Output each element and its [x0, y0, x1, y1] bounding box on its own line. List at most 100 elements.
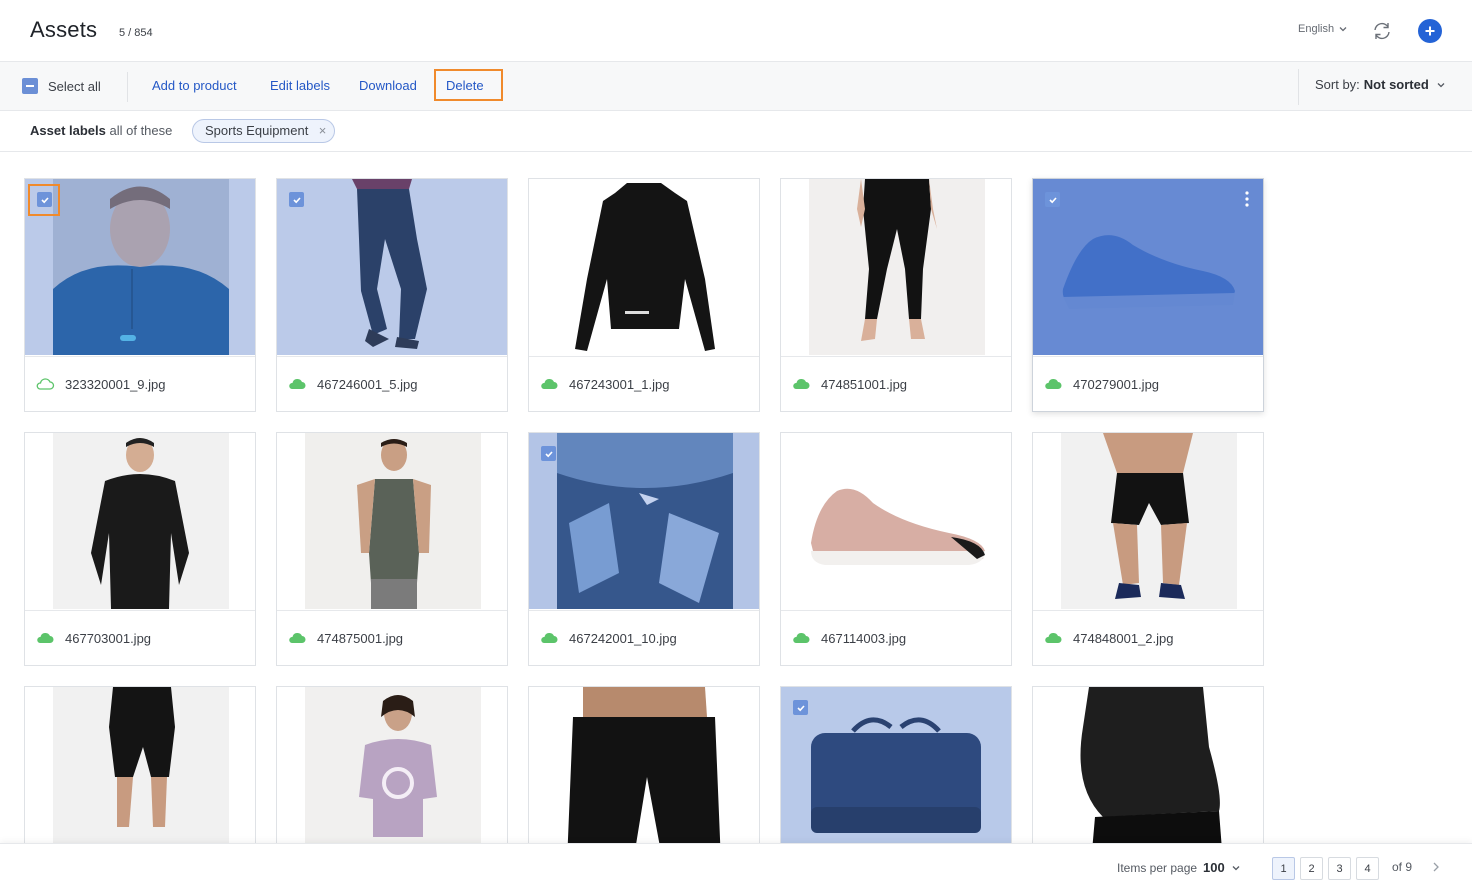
- asset-filename: 474848001_2.jpg: [1073, 630, 1174, 646]
- asset-filename: 467246001_5.jpg: [317, 376, 418, 392]
- asset-image: [25, 433, 255, 609]
- asset-card[interactable]: 467703001.jpg: [24, 432, 256, 666]
- chevron-down-icon: [1339, 27, 1347, 32]
- asset-image: [1033, 687, 1263, 863]
- asset-thumbnail[interactable]: [1033, 179, 1263, 355]
- asset-card[interactable]: 474875001.jpg: [276, 432, 508, 666]
- asset-thumbnail[interactable]: [781, 179, 1011, 355]
- asset-filename: 474851001.jpg: [821, 376, 908, 392]
- asset-checkbox[interactable]: [289, 192, 304, 207]
- asset-card[interactable]: 467242001_10.jpg: [528, 432, 760, 666]
- asset-footer: 474875001.jpg: [277, 610, 507, 665]
- items-per-page-label: Items per page: [1117, 860, 1198, 875]
- filter-label-rest: all of these: [109, 123, 173, 138]
- asset-card[interactable]: 474848001_2.jpg: [1032, 432, 1264, 666]
- page-button-2[interactable]: 2: [1300, 857, 1323, 880]
- sort-divider: [1298, 69, 1299, 105]
- select-all-label: Select all: [48, 78, 101, 94]
- checkmark-icon: [1048, 196, 1057, 203]
- add-to-product-button[interactable]: Add to product: [152, 78, 237, 93]
- add-asset-button[interactable]: [1418, 19, 1442, 43]
- page-button-3[interactable]: 3: [1328, 857, 1351, 880]
- more-options-icon[interactable]: [1245, 190, 1249, 208]
- page-header: Assets 5 / 854 English: [0, 0, 1472, 62]
- asset-filename: 467242001_10.jpg: [569, 630, 677, 646]
- toolbar-divider: [127, 72, 128, 102]
- asset-filename: 470279001.jpg: [1073, 376, 1160, 392]
- page-button-1[interactable]: 1: [1272, 857, 1295, 880]
- asset-thumbnail[interactable]: [25, 687, 255, 863]
- sync-icon[interactable]: [1371, 20, 1393, 42]
- asset-thumbnail[interactable]: [781, 433, 1011, 609]
- asset-image: [529, 433, 759, 609]
- language-selector[interactable]: English: [1298, 23, 1348, 35]
- asset-thumbnail[interactable]: [277, 179, 507, 355]
- asset-footer: 467114003.jpg: [781, 610, 1011, 665]
- items-per-page-selector[interactable]: Items per page 100: [1117, 860, 1241, 875]
- sort-value: Not sorted: [1363, 77, 1429, 92]
- edit-labels-button[interactable]: Edit labels: [270, 78, 330, 93]
- cloud-filled-icon: [37, 632, 54, 643]
- asset-image: [1033, 433, 1263, 609]
- asset-card[interactable]: 467114003.jpg: [780, 432, 1012, 666]
- asset-filename: 474875001.jpg: [317, 630, 404, 646]
- asset-image: [277, 179, 507, 355]
- download-button[interactable]: Download: [359, 78, 417, 93]
- items-per-page-value: 100: [1203, 860, 1225, 875]
- asset-thumbnail[interactable]: [781, 687, 1011, 863]
- delete-button[interactable]: Delete: [446, 78, 484, 93]
- asset-card[interactable]: 474851001.jpg: [780, 178, 1012, 412]
- label-filter-chip[interactable]: Sports Equipment ×: [192, 119, 336, 143]
- filter-label-strong: Asset labels: [30, 123, 106, 138]
- asset-filename: 467114003.jpg: [821, 630, 907, 646]
- cloud-filled-icon: [793, 632, 810, 643]
- asset-image: [781, 687, 1011, 863]
- sort-selector[interactable]: Sort by: Not sorted: [1315, 77, 1446, 92]
- chevron-right-icon[interactable]: [1430, 861, 1442, 873]
- asset-card[interactable]: 467243001_1.jpg: [528, 178, 760, 412]
- page-button-4[interactable]: 4: [1356, 857, 1379, 880]
- asset-filename: 323320001_9.jpg: [65, 376, 166, 392]
- asset-footer: 467242001_10.jpg: [529, 610, 759, 665]
- cloud-filled-icon: [289, 632, 306, 643]
- asset-filename: 467243001_1.jpg: [569, 376, 670, 392]
- checkmark-icon: [292, 196, 301, 203]
- asset-card[interactable]: 467246001_5.jpg: [276, 178, 508, 412]
- asset-image: [1033, 179, 1263, 355]
- asset-footer: 467243001_1.jpg: [529, 356, 759, 411]
- asset-thumbnail[interactable]: [277, 687, 507, 863]
- asset-image: [529, 687, 759, 863]
- asset-checkbox[interactable]: [541, 446, 556, 461]
- sort-prefix: Sort by:: [1315, 77, 1360, 92]
- asset-filename: 467703001.jpg: [65, 630, 152, 646]
- asset-thumbnail[interactable]: [277, 433, 507, 609]
- plus-icon: [1425, 26, 1435, 36]
- close-icon[interactable]: ×: [319, 120, 327, 142]
- asset-thumbnail[interactable]: [1033, 433, 1263, 609]
- language-label: English: [1298, 23, 1335, 35]
- asset-footer: 470279001.jpg: [1033, 356, 1263, 411]
- pagination-bar: Items per page 100 1 2 3 4 of 9: [0, 843, 1472, 890]
- asset-checkbox[interactable]: [1045, 192, 1060, 207]
- total-pages: of 9: [1392, 860, 1413, 874]
- asset-image: [277, 433, 507, 609]
- asset-thumbnail[interactable]: [529, 433, 759, 609]
- cloud-outline-icon: [36, 378, 55, 390]
- asset-card[interactable]: 323320001_9.jpg: [24, 178, 256, 412]
- cloud-filled-icon: [1045, 632, 1062, 643]
- selection-count: 5 / 854: [119, 27, 153, 39]
- bulk-action-toolbar: Select all Add to product Edit labels Do…: [0, 62, 1472, 111]
- asset-footer: 467246001_5.jpg: [277, 356, 507, 411]
- asset-thumbnail[interactable]: [529, 179, 759, 355]
- asset-footer: 474851001.jpg: [781, 356, 1011, 411]
- select-all-checkbox[interactable]: Select all: [22, 78, 101, 94]
- asset-thumbnail[interactable]: [529, 687, 759, 863]
- asset-image: [529, 179, 759, 355]
- cloud-filled-icon: [1045, 378, 1062, 389]
- asset-thumbnail[interactable]: [1033, 687, 1263, 863]
- cloud-filled-icon: [541, 632, 558, 643]
- asset-card[interactable]: 470279001.jpg: [1032, 178, 1264, 412]
- asset-checkbox[interactable]: [793, 700, 808, 715]
- asset-footer: 323320001_9.jpg: [25, 356, 255, 411]
- asset-thumbnail[interactable]: [25, 433, 255, 609]
